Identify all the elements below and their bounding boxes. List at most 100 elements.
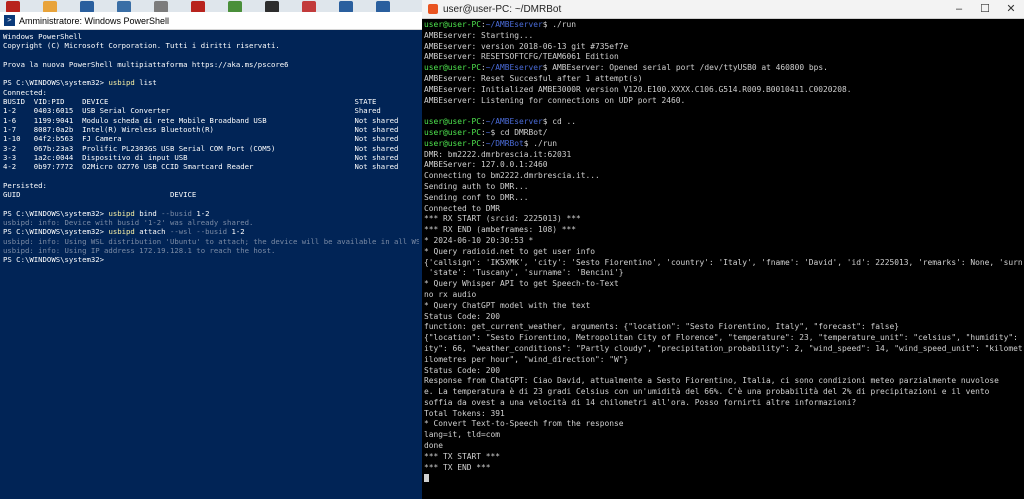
console-text-segment: usbipd: [108, 227, 135, 237]
powershell-icon: >: [4, 15, 15, 26]
console-text-segment: ~/AMBEserver: [485, 20, 543, 29]
minimize-button[interactable]: –: [946, 0, 972, 18]
console-line: PS C:\WINDOWS\system32> usbipd attach --…: [3, 227, 419, 236]
console-line: soffia da ovest a una velocità di 14 chi…: [424, 397, 857, 407]
terminal-console[interactable]: user@user-PC:~/AMBEserver$ ./run AMBEserv…: [422, 19, 1024, 485]
console-line: DMR: bm2222.dmrbrescia.it:62031: [424, 149, 572, 159]
console-line: PS C:\WINDOWS\system32>: [3, 255, 105, 265]
console-line: GUID DEVICE: [3, 190, 197, 200]
console-text-segment: $ ./run: [542, 20, 577, 29]
console-line: 'state': 'Tuscany', 'surname': 'Bencini'…: [424, 268, 624, 278]
console-line: usbipd: info: Using WSL distribution 'Ub…: [3, 236, 419, 246]
console-line: AMBEserver: Reset Succesful after 1 atte…: [424, 73, 643, 83]
console-text-segment: list: [134, 78, 157, 88]
powershell-console[interactable]: Windows PowerShell Copyright (C) Microsof…: [0, 30, 422, 266]
console-line: done: [424, 441, 444, 451]
console-text-segment: PS C:\WINDOWS\system32>: [3, 78, 109, 88]
console-line: usbipd: info: Device with busid '1-2' wa…: [3, 217, 254, 227]
console-line: {"location": "Sesto Fiorentino, Metropol…: [424, 333, 1022, 343]
console-text-segment: user@user-PC: [424, 117, 482, 127]
console-line: user@user-PC:~/DMRBot$ ./run: [424, 139, 1022, 150]
console-line: *** TX END ***: [424, 462, 491, 472]
console-line: Persisted:: [3, 180, 47, 190]
text-cursor: [424, 473, 429, 482]
console-line: 3-2 067b:23a3 Prolific PL2303GS USB Seri…: [3, 143, 399, 153]
console-line: *** RX END (ambeframes: 108) ***: [424, 225, 577, 235]
console-line: *** TX START ***: [424, 451, 501, 461]
terminal-titlebar[interactable]: user@user-PC: ~/DMRBot – ☐ ✕: [422, 0, 1024, 19]
console-line: Windows PowerShell: [3, 32, 83, 41]
maximize-button[interactable]: ☐: [972, 0, 998, 18]
console-line: Connected to DMR: [424, 203, 501, 213]
console-line: Status Code: 200: [424, 365, 501, 375]
console-text-segment: 1-2: [227, 227, 245, 237]
console-line: * Query ChatGPT model with the text: [424, 300, 591, 310]
console-line: ilometres per hour", "wind_direction": "…: [424, 354, 629, 364]
console-text-segment: $ cd DMRBot/: [490, 127, 548, 137]
console-line: 1-2 0403:6015 USB Serial Converter Share…: [3, 106, 381, 116]
console-text-segment: usbipd: [108, 78, 135, 88]
console-text-segment: ~/AMBEserver: [485, 63, 543, 73]
console-line: AMBEserver: Listening for connections on…: [424, 95, 686, 105]
console-line: PS C:\WINDOWS\system32> usbipd list: [3, 78, 419, 87]
console-line: *** RX START (srcid: 2225013) ***: [424, 214, 581, 224]
console-line: Prova la nuova PowerShell multipiattafor…: [3, 59, 289, 69]
powershell-titlebar[interactable]: > Amministratore: Windows PowerShell: [0, 12, 422, 30]
console-text-segment: ~/AMBEserver: [485, 117, 543, 127]
console-line: [424, 473, 1022, 484]
console-line: * 2024-06-10 20:30:53 *: [424, 235, 534, 245]
terminal-window[interactable]: user@user-PC: ~/DMRBot – ☐ ✕ user@user-P…: [422, 0, 1024, 499]
console-line: Total Tokens: 391: [424, 408, 505, 418]
console-line: usbipd: info: Using IP address 172.19.12…: [3, 245, 276, 255]
console-line: 1-10 04f2:b563 FJ Camera Not shared: [3, 134, 399, 144]
console-line: AMBEserver: Starting...: [424, 30, 534, 40]
console-text-segment: user@user-PC: [424, 20, 482, 29]
console-line: * Query Whisper API to get Speech-to-Tex…: [424, 279, 619, 289]
console-line: user@user-PC:~/AMBEserver$ cd ..: [424, 117, 1022, 128]
console-line: 4-2 0b97:7772 O2Micro OZ776 USB CCID Sma…: [3, 162, 399, 172]
console-text-segment: user@user-PC: [424, 127, 482, 137]
console-line: ity": 66, "weather_conditions": "Partly …: [424, 343, 1022, 353]
console-text-segment: $ cd ..: [542, 117, 577, 127]
console-line: AMBEserver: RESETSOFTCFG/TEAM6061 Editio…: [424, 52, 619, 62]
console-line: * Query radioid.net to get user info: [424, 246, 596, 256]
console-line: function: get_current_weather, arguments…: [424, 322, 900, 332]
console-line: no rx audio: [424, 289, 477, 299]
console-line: user@user-PC:~$ cd DMRBot/: [424, 128, 1022, 139]
powershell-title: Amministratore: Windows PowerShell: [19, 15, 170, 26]
console-line: e. La temperatura è di 23 gradi Celsius …: [424, 387, 990, 397]
console-line: Sending conf to DMR...: [424, 192, 529, 202]
close-button[interactable]: ✕: [998, 0, 1024, 18]
console-line: 3-3 1a2c:0044 Dispositivo di input USB N…: [3, 152, 399, 162]
console-text-segment: PS C:\WINDOWS\system32>: [3, 227, 109, 237]
console-text-segment: $ AMBEserver: Opened serial port /dev/tt…: [542, 63, 828, 73]
terminal-title: user@user-PC: ~/DMRBot: [443, 3, 562, 15]
console-line: Connected:: [3, 87, 47, 97]
console-text-segment: user@user-PC: [424, 138, 482, 148]
console-line: user@user-PC:~/AMBEserver$ AMBEserver: O…: [424, 63, 1022, 74]
console-text-segment: PS C:\WINDOWS\system32>: [3, 208, 109, 218]
powershell-window[interactable]: > Amministratore: Windows PowerShell Win…: [0, 12, 422, 499]
console-line: Status Code: 200: [424, 311, 501, 321]
console-line: Response from ChatGPT: Ciao David, attua…: [424, 376, 999, 386]
console-text-segment: --busid: [161, 208, 192, 218]
console-line: AMBEserver: version 2018-06-13 git #735e…: [424, 41, 629, 51]
console-text-segment: attach: [134, 227, 170, 237]
console-text-segment: 1-2: [191, 208, 210, 218]
console-line: AMBEserver: Initialized AMBE3000R versio…: [424, 84, 852, 94]
console-line: Copyright (C) Microsoft Corporation. Tut…: [3, 41, 280, 51]
console-line: * Convert Text-to-Speech from the respon…: [424, 419, 624, 429]
console-line: lang=it, tld=com: [424, 430, 501, 440]
console-text-segment: --wsl --busid: [169, 227, 228, 237]
console-text-segment: bind: [134, 208, 162, 218]
console-line: 1-7 8087:0a2b Intel(R) Wireless Bluetoot…: [3, 124, 399, 134]
console-line: AMBEServer: 127.0.0.1:2460: [424, 160, 548, 170]
console-line: Connecting to bm2222.dmrbrescia.it...: [424, 171, 600, 181]
terminal-icon: [428, 4, 438, 14]
console-text-segment: usbipd: [108, 208, 135, 218]
console-text-segment: ~/DMRBot: [485, 138, 524, 148]
